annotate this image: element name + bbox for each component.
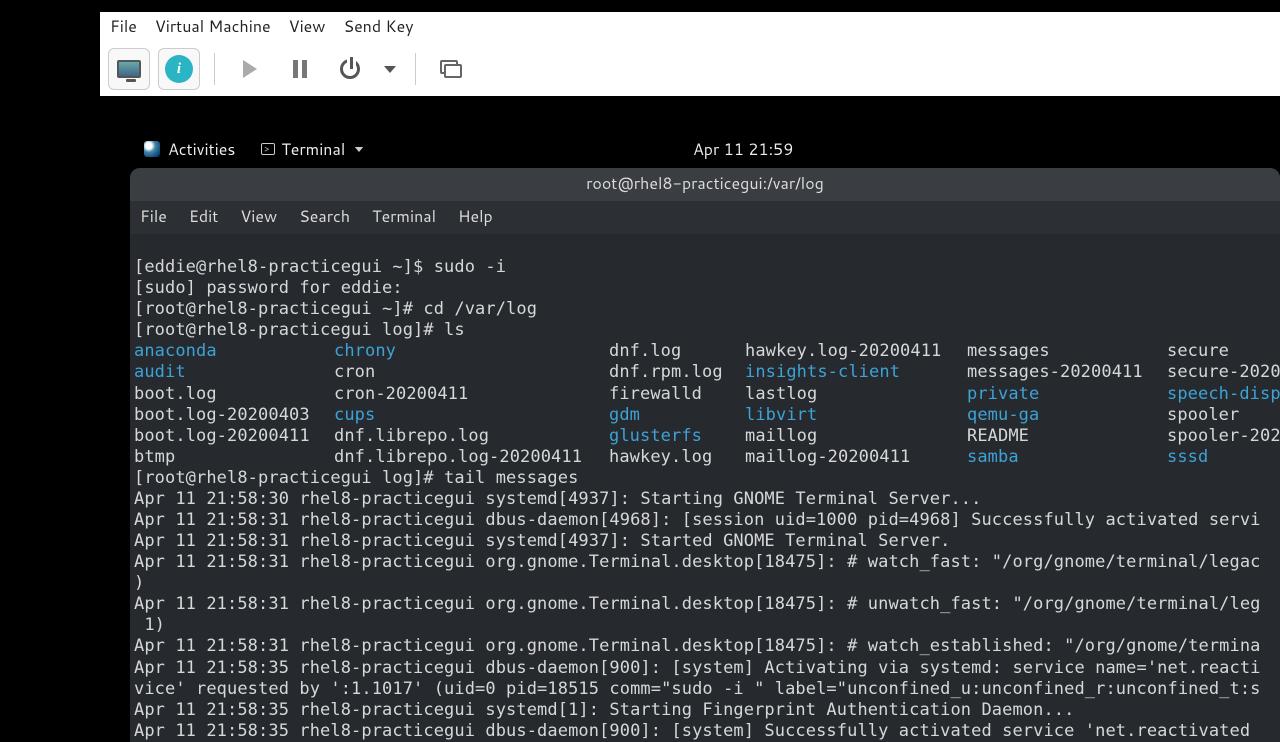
ls-item: secure-2020 (1167, 362, 1280, 383)
vm-fullscreen-button[interactable] (430, 48, 472, 90)
activities-icon (144, 141, 160, 157)
ls-item: cron (334, 362, 609, 383)
term-menu-search[interactable]: Search (299, 205, 350, 228)
power-icon (340, 59, 360, 79)
vm-toolbar: i (100, 44, 1280, 100)
vm-pause-button[interactable] (279, 48, 321, 90)
ls-item: chrony (334, 341, 609, 362)
ls-item: insights-client (745, 362, 967, 383)
monitor-icon (117, 60, 141, 78)
terminal-line: [root@rhel8-practicegui log]# ls (134, 320, 465, 340)
ls-item: boot.log-20200403 (134, 405, 334, 426)
ls-item: lastlog (745, 384, 967, 405)
term-menu-file[interactable]: File (140, 205, 167, 228)
vm-menu-file[interactable]: File (110, 15, 137, 38)
terminal-line: ) (134, 573, 144, 593)
ls-item: boot.log-20200411 (134, 426, 334, 447)
pause-icon (293, 60, 307, 78)
ls-item: firewalld (609, 384, 745, 405)
term-menu-help[interactable]: Help (458, 205, 493, 228)
terminal-line: Apr 11 21:58:30 rhel8-practicegui system… (134, 489, 981, 509)
vm-shutdown-button[interactable] (329, 48, 371, 90)
terminal-title: root@rhel8-practicegui:/var/log (130, 168, 1280, 201)
ls-item: cron-20200411 (334, 384, 609, 405)
terminal-line: Apr 11 21:58:31 rhel8-practicegui system… (134, 531, 950, 551)
terminal-line: vice' requested by ':1.1017' (uid=0 pid=… (134, 679, 1261, 699)
ls-item: dnf.librepo.log (334, 426, 609, 447)
gnome-topbar: Activities Terminal Apr 11 21:59 (130, 132, 1280, 166)
topbar-app-menu[interactable]: Terminal (261, 138, 365, 161)
term-menu-view[interactable]: View (240, 205, 277, 228)
ls-item: libvirt (745, 405, 967, 426)
vm-console-button[interactable] (108, 48, 150, 90)
ls-item: cups (334, 405, 609, 426)
terminal-line: Apr 11 21:58:35 rhel8-practicegui dbus-d… (134, 658, 1261, 678)
ls-item: spooler-202 (1167, 426, 1280, 447)
ls-item: secure (1167, 341, 1280, 362)
vm-menubar: File Virtual Machine View Send Key (100, 12, 1280, 44)
terminal-line: [root@rhel8-practicegui log]# tail messa… (134, 468, 578, 488)
ls-item: btmp (134, 447, 334, 468)
toolbar-separator (415, 53, 416, 85)
terminal-line: Apr 11 21:58:31 rhel8-practicegui org.gn… (134, 594, 1261, 614)
play-icon (243, 60, 257, 78)
terminal-line: Apr 11 21:58:31 rhel8-practicegui dbus-d… (134, 510, 1261, 530)
ls-item: speech-disp (1167, 384, 1280, 405)
topbar-clock[interactable]: Apr 11 21:59 (693, 138, 793, 161)
ls-item: dnf.log (609, 341, 745, 362)
term-menu-terminal[interactable]: Terminal (372, 205, 436, 228)
ls-item: README (967, 426, 1167, 447)
ls-item: maillog-20200411 (745, 447, 967, 468)
ls-output: anacondachronydnf.loghawkey.log-20200411… (134, 341, 1276, 467)
vm-menu-view[interactable]: View (289, 15, 326, 38)
terminal-line: Apr 11 21:58:35 rhel8-practicegui system… (134, 700, 1074, 720)
ls-item: qemu-ga (967, 405, 1167, 426)
terminal-window: root@rhel8-practicegui:/var/log File Edi… (130, 168, 1280, 742)
terminal-line: [sudo] password for eddie: (134, 278, 403, 298)
vm-run-button[interactable] (229, 48, 271, 90)
terminal-line: [root@rhel8-practicegui ~]# cd /var/log (134, 299, 537, 319)
vm-menu-send-key[interactable]: Send Key (343, 15, 413, 38)
ls-item: dnf.rpm.log (609, 362, 745, 383)
terminal-line: 1) (134, 615, 165, 635)
terminal-icon (261, 143, 275, 155)
topbar-app-name: Terminal (281, 138, 345, 161)
terminal-menubar: File Edit View Search Terminal Help (130, 201, 1280, 234)
terminal-body[interactable]: [eddie@rhel8-practicegui ~]$ sudo -i [su… (130, 234, 1280, 742)
ls-item: messages-20200411 (967, 362, 1167, 383)
terminal-line: Apr 11 21:58:31 rhel8-practicegui org.gn… (134, 636, 1261, 656)
fullscreen-icon (440, 60, 462, 78)
ls-item: hawkey.log (609, 447, 745, 468)
ls-item: gdm (609, 405, 745, 426)
toolbar-separator (214, 53, 215, 85)
vm-viewer-window: File Virtual Machine View Send Key i (100, 12, 1280, 100)
activities-label: Activities (168, 138, 235, 161)
activities-button[interactable]: Activities (144, 138, 235, 161)
chevron-down-icon (384, 66, 396, 73)
ls-item: boot.log (134, 384, 334, 405)
ls-item: dnf.librepo.log-20200411 (334, 447, 609, 468)
vm-shutdown-menu-button[interactable] (379, 48, 401, 90)
ls-item: samba (967, 447, 1167, 468)
ls-item: maillog (745, 426, 967, 447)
ls-item: anaconda (134, 341, 334, 362)
ls-item: messages (967, 341, 1167, 362)
term-menu-edit[interactable]: Edit (189, 205, 218, 228)
ls-item: audit (134, 362, 334, 383)
vm-info-button[interactable]: i (158, 48, 200, 90)
info-icon: i (165, 55, 193, 83)
terminal-line: Apr 11 21:58:31 rhel8-practicegui org.gn… (134, 552, 1261, 572)
ls-item: hawkey.log-20200411 (745, 341, 967, 362)
chevron-down-icon (355, 147, 363, 152)
ls-item: spooler (1167, 405, 1280, 426)
ls-item: sssd (1167, 447, 1280, 468)
ls-item: private (967, 384, 1167, 405)
vm-menu-virtual-machine[interactable]: Virtual Machine (155, 15, 271, 38)
ls-item: glusterfs (609, 426, 745, 447)
terminal-line: Apr 11 21:58:35 rhel8-practicegui dbus-d… (134, 721, 1250, 741)
terminal-line: [eddie@rhel8-practicegui ~]$ sudo -i (134, 257, 506, 277)
